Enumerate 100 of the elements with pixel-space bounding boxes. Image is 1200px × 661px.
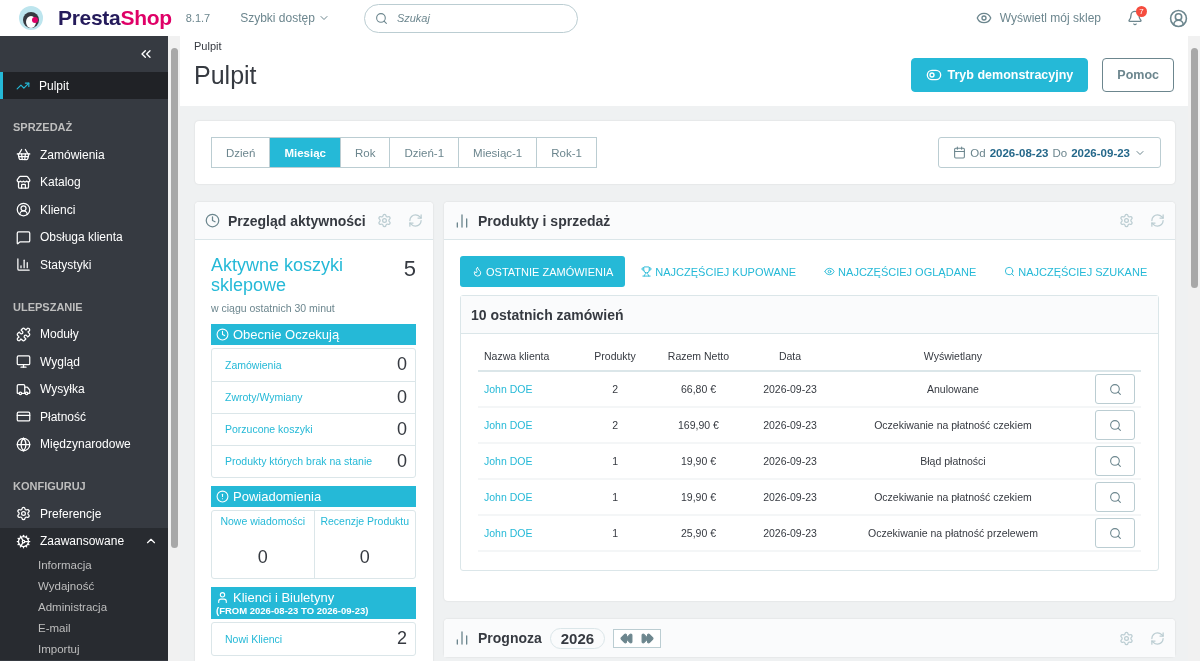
notification-badge: 7 [1136,6,1147,17]
sidebar-item[interactable]: Płatność [0,403,168,431]
section-title: Klienci i Biuletyny [233,589,335,605]
view-button[interactable] [1095,446,1136,476]
table-cell: 66,80 € [680,383,716,395]
table-cell: 2 [612,383,618,395]
view-button[interactable] [1095,374,1136,404]
quick-access-menu[interactable]: Szybki dostęp [234,10,336,26]
sidebar-item[interactable]: Klienci [0,196,168,224]
stat-link[interactable]: Zwroty/Wymiany [225,391,303,404]
eye-icon [975,10,992,26]
tab[interactable]: NAJCZĘŚCIEJ KUPOWANE [629,256,809,287]
sidebar-item[interactable]: Zamówienia [0,141,168,169]
customer-link[interactable]: John DOE [484,527,533,539]
demo-mode-button[interactable]: Tryb demonstracyjny [910,58,1089,92]
clock-icon [216,327,229,341]
bar-chart-icon [16,257,31,273]
table-cell: 25,90 € [680,527,716,539]
sidebar-subitem[interactable]: Informacja [0,555,168,576]
search-field[interactable]: Szukaj [363,3,578,33]
toggle-icon [925,67,942,83]
customer-link[interactable]: John DOE [484,491,533,503]
sidebar-item[interactable]: Międzynarodowe [0,430,168,458]
calendar-icon [953,146,967,159]
stat-value: 0 [397,450,407,472]
sidebar-item[interactable]: Katalog [0,168,168,196]
sidebar-item[interactable]: Wygląd [0,348,168,376]
bar-chart-icon [454,630,470,646]
customer-link[interactable]: John DOE [484,383,533,395]
sidebar-subitem[interactable]: Wydajność [0,576,168,597]
table-cell: 2026-09-23 [763,383,817,395]
stat-link[interactable]: Recenzje Produktu [320,514,410,527]
tab[interactable]: OSTATNIE ZAMÓWIENIA [460,256,626,287]
sidebar-subitem[interactable]: E-mail [0,618,168,639]
active-carts-label: Aktywne koszyki sklepowe [211,256,345,296]
scrollbar-thumb[interactable] [1190,48,1198,288]
table-cell: Oczekiwanie na płatność czekiem [874,491,1032,503]
sidebar-item[interactable]: Pulpit [0,72,168,99]
sidebar-item[interactable]: Preferencje [0,500,168,528]
view-button[interactable] [1095,482,1136,512]
breadcrumb[interactable]: Pulpit [194,40,222,52]
monitor-icon [16,354,31,370]
table-cell: 19,90 € [680,455,716,467]
sidebar-subitem[interactable]: Importuj [0,639,168,660]
active-carts-value: 5 [403,256,416,283]
refresh-icon[interactable] [408,213,423,228]
stat-link[interactable]: Produkty których brak na stanie [225,455,373,468]
tab[interactable]: NAJCZĘŚCIEJ SZUKANE [992,256,1160,287]
trophy-icon [641,266,653,277]
account-icon[interactable] [1169,8,1188,28]
period-button[interactable]: Dzień-1 [389,137,460,168]
tab[interactable]: NAJCZĘŚCIEJ OGLĄDANE [812,256,989,287]
next-icon[interactable] [641,631,655,645]
search-icon [1108,490,1122,504]
eye-icon [824,266,836,277]
stat-link[interactable]: Zamówienia [225,358,282,371]
table-cell: 2026-09-23 [763,455,817,467]
refresh-icon[interactable] [1150,213,1166,228]
table-cell: 19,90 € [680,491,716,503]
settings-icon[interactable] [1119,213,1135,228]
puzzle-icon [16,326,31,342]
panel-title: Przegląd aktywności [228,212,367,229]
sidebar-item[interactable]: Moduły [0,320,168,348]
settings-icon[interactable] [377,213,392,228]
customer-link[interactable]: John DOE [484,455,533,467]
refresh-icon[interactable] [1150,630,1166,646]
stat-value: 0 [359,546,370,568]
previous-icon[interactable] [620,631,634,645]
period-button[interactable]: Dzień [211,137,271,168]
stat-link[interactable]: Porzucone koszyki [225,423,313,436]
column-header: Data [778,350,802,362]
period-button[interactable]: Miesiąc [269,137,341,168]
sidebar-item[interactable]: Statystyki [0,251,168,279]
panel-title: Produkty i sprzedaż [478,212,612,229]
sidebar-section-title: SPRZEDAŻ [12,120,74,135]
stat-value: 0 [397,386,407,408]
sidebar-subitem[interactable]: Administracja [0,597,168,618]
stat-link[interactable]: Nowe wiadomości [220,514,306,527]
settings-icon[interactable] [1119,630,1135,646]
period-button[interactable]: Miesiąc-1 [458,137,538,168]
sidebar-item[interactable]: Zaawansowane [0,527,168,555]
sidebar-item[interactable]: Obsługa klienta [0,223,168,251]
date-range-button[interactable]: Od 2026-08-23 Do 2026-09-23 [938,137,1161,168]
section-title: Obecnie Oczekują [233,326,340,342]
view-button[interactable] [1095,518,1136,548]
store-icon [16,174,31,190]
scrollbar-thumb[interactable] [170,48,178,548]
clock-icon [205,213,220,228]
search-icon [1108,382,1122,396]
table-cell: Błąd płatności [920,455,986,467]
customer-link[interactable]: John DOE [484,419,533,431]
period-button[interactable]: Rok [339,137,391,168]
search-icon [1004,266,1016,277]
help-button[interactable]: Pomoc [1102,58,1174,92]
period-button[interactable]: Rok-1 [536,137,597,168]
stat-link[interactable]: Nowi Klienci [225,632,283,645]
view-button[interactable] [1095,410,1136,440]
table-cell: 169,90 € [678,419,719,431]
view-shop-link[interactable]: Wyświetl mój sklep [975,10,1101,26]
sidebar-item[interactable]: Wysyłka [0,375,168,403]
